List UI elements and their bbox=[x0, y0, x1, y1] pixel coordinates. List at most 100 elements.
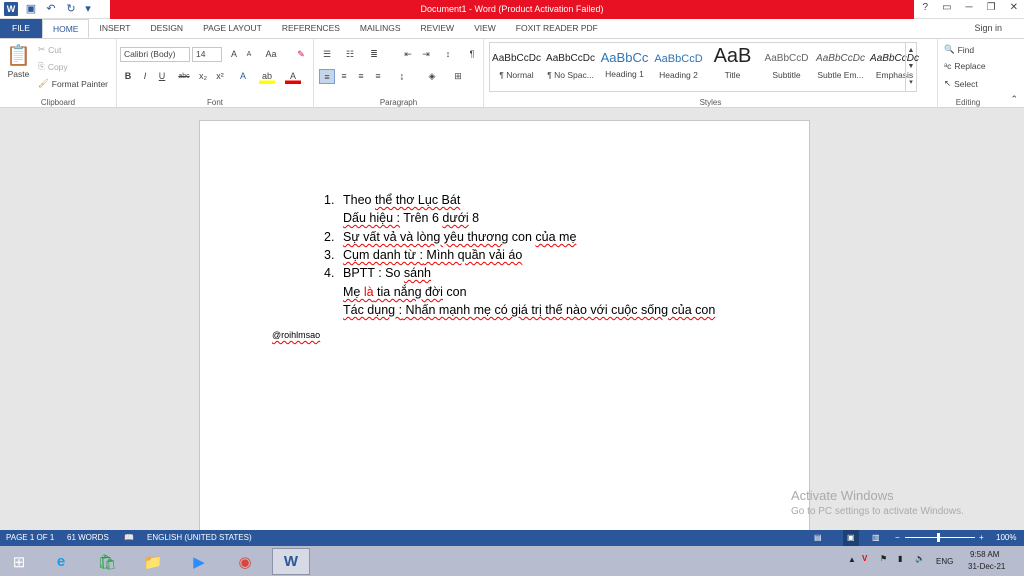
cut-label: Cut bbox=[48, 44, 62, 55]
sign-in-link[interactable]: Sign in bbox=[974, 19, 1002, 38]
language-status[interactable]: ENGLISH (UNITED STATES) bbox=[147, 530, 252, 546]
multilevel-list-icon[interactable]: ≣ bbox=[366, 47, 382, 62]
collapse-ribbon-icon[interactable]: ⌃ bbox=[1010, 94, 1018, 105]
shading-icon[interactable]: ◈ bbox=[424, 69, 440, 84]
styles-scroll[interactable]: ▲ ▼ ▾ bbox=[905, 43, 916, 91]
clock-date[interactable]: 31-Dec-21 bbox=[968, 562, 1005, 571]
volume-icon[interactable]: 🔊 bbox=[915, 554, 925, 563]
save-icon[interactable]: ▣ bbox=[24, 2, 38, 16]
windows-logo-icon: ⊞ bbox=[12, 553, 26, 571]
grow-font-button[interactable]: A bbox=[226, 47, 242, 62]
signature-run: @roihlmsao bbox=[272, 330, 321, 340]
tab-foxit-reader-pdf[interactable]: FOXIT READER PDF bbox=[506, 19, 608, 38]
decrease-indent-icon[interactable]: ⇤ bbox=[400, 47, 416, 62]
font-color-button[interactable]: A bbox=[285, 69, 301, 84]
replace-button[interactable]: ᵃc Replace bbox=[944, 61, 986, 71]
zoom-slider[interactable] bbox=[905, 537, 975, 538]
input-language[interactable]: ENG bbox=[936, 557, 953, 566]
text-run: Tác dụng : bbox=[343, 303, 403, 317]
word-app-icon[interactable]: W bbox=[4, 2, 18, 16]
style-heading-2[interactable]: AaBbCcD Heading 2 bbox=[652, 43, 705, 91]
tray-expand-icon[interactable]: ▲ bbox=[848, 555, 856, 564]
undo-icon[interactable]: ↶ bbox=[44, 2, 58, 16]
italic-button[interactable]: I bbox=[137, 69, 153, 84]
numbering-icon[interactable]: ☷ bbox=[342, 47, 358, 62]
tab-references[interactable]: REFERENCES bbox=[272, 19, 350, 38]
print-layout-icon[interactable]: ▣ bbox=[843, 530, 859, 546]
change-case-button[interactable]: Aa bbox=[263, 47, 279, 62]
line-spacing-icon[interactable]: ↨ bbox=[394, 69, 410, 84]
text-effects-button[interactable]: A bbox=[235, 69, 251, 84]
proofing-icon[interactable]: 📖 bbox=[124, 530, 134, 546]
style-subtle-emphasis[interactable]: AaBbCcDc Subtle Em... bbox=[814, 43, 867, 91]
align-right-icon[interactable]: ≡ bbox=[353, 69, 369, 84]
tab-file[interactable]: FILE bbox=[0, 19, 42, 38]
document-area[interactable] bbox=[0, 109, 1024, 540]
style-heading-1[interactable]: AaBbCc Heading 1 bbox=[598, 43, 651, 91]
style-no-spacing[interactable]: AaBbCcDc ¶ No Spac... bbox=[544, 43, 597, 91]
read-mode-icon[interactable]: ▤ bbox=[814, 530, 822, 546]
taskbar-file-explorer[interactable]: 📁 bbox=[134, 548, 172, 575]
zoom-in-icon[interactable]: + bbox=[979, 530, 984, 546]
highlight-color-button[interactable]: ab bbox=[259, 69, 275, 84]
align-left-icon[interactable]: ≡ bbox=[319, 69, 335, 84]
folder-icon: 📁 bbox=[143, 553, 163, 571]
tab-mailings[interactable]: MAILINGS bbox=[350, 19, 411, 38]
network-icon[interactable]: ▮ bbox=[898, 554, 902, 563]
clear-formatting-button[interactable]: ✎ bbox=[293, 47, 309, 62]
help-button[interactable]: ? bbox=[923, 2, 929, 13]
tray-flag-icon[interactable]: ⚑ bbox=[880, 554, 887, 563]
taskbar-store[interactable]: 🛍 bbox=[88, 548, 126, 575]
zoom-out-icon[interactable]: − bbox=[895, 530, 900, 546]
superscript-button[interactable]: x² bbox=[212, 69, 228, 84]
font-size-select[interactable]: 14 bbox=[192, 47, 222, 62]
copy-button[interactable]: ⎘ Copy bbox=[38, 61, 68, 72]
word-count[interactable]: 61 WORDS bbox=[67, 530, 109, 546]
taskbar-zoom[interactable]: ▶ bbox=[180, 548, 218, 575]
strikethrough-button[interactable]: abc bbox=[176, 69, 192, 84]
paste-button[interactable]: 📋 Paste bbox=[6, 43, 31, 79]
subscript-button[interactable]: x₂ bbox=[195, 69, 211, 84]
borders-icon[interactable]: ⊞ bbox=[450, 69, 466, 84]
tab-page-layout[interactable]: PAGE LAYOUT bbox=[193, 19, 272, 38]
align-center-icon[interactable]: ≡ bbox=[336, 69, 352, 84]
tab-insert[interactable]: INSERT bbox=[89, 19, 140, 38]
font-group-label: Font bbox=[206, 98, 223, 107]
bold-button[interactable]: B bbox=[120, 69, 136, 84]
format-painter-button[interactable]: 🖌 Format Painter bbox=[38, 78, 108, 89]
underline-button[interactable]: U bbox=[154, 69, 170, 84]
start-button[interactable]: ⊞ bbox=[0, 548, 38, 575]
style-title[interactable]: AaB Title bbox=[706, 43, 759, 91]
select-button[interactable]: ↖ Select bbox=[944, 78, 978, 89]
taskbar-internet-explorer[interactable]: e bbox=[42, 548, 80, 575]
font-name-select[interactable]: Calibri (Body) bbox=[120, 47, 190, 62]
tab-design[interactable]: DESIGN bbox=[140, 19, 193, 38]
tray-app-icon[interactable]: V bbox=[862, 554, 867, 563]
redo-icon[interactable]: ↻ bbox=[64, 2, 78, 16]
shrink-font-button[interactable]: A bbox=[241, 47, 257, 62]
sort-icon[interactable]: ↕ bbox=[440, 47, 456, 62]
cut-button[interactable]: ✂ Cut bbox=[38, 44, 61, 55]
zoom-slider-thumb[interactable] bbox=[937, 533, 940, 542]
tab-home[interactable]: HOME bbox=[41, 19, 90, 38]
bullets-icon[interactable]: ☰ bbox=[319, 47, 335, 62]
justify-icon[interactable]: ≡ bbox=[370, 69, 386, 84]
show-formatting-icon[interactable]: ¶ bbox=[464, 47, 480, 62]
tab-review[interactable]: REVIEW bbox=[411, 19, 465, 38]
increase-indent-icon[interactable]: ⇥ bbox=[418, 47, 434, 62]
zoom-level[interactable]: 100% bbox=[996, 530, 1016, 546]
close-button[interactable]: ✕ bbox=[1010, 2, 1018, 13]
customize-qat-icon[interactable]: ▾ bbox=[84, 2, 92, 16]
taskbar-chrome[interactable]: ◉ bbox=[226, 548, 264, 575]
tab-view[interactable]: VIEW bbox=[464, 19, 506, 38]
page-count[interactable]: PAGE 1 OF 1 bbox=[6, 530, 54, 546]
style-normal[interactable]: AaBbCcDc ¶ Normal bbox=[490, 43, 543, 91]
clock-time[interactable]: 9:58 AM bbox=[970, 550, 999, 559]
ribbon-display-options-icon[interactable]: ▭ bbox=[942, 2, 951, 13]
find-button[interactable]: 🔍 Find bbox=[944, 44, 974, 55]
minimize-button[interactable]: ─ bbox=[966, 2, 973, 13]
restore-button[interactable]: ❐ bbox=[987, 2, 996, 13]
taskbar-word[interactable]: W bbox=[272, 548, 310, 575]
style-subtitle[interactable]: AaBbCcD Subtitle bbox=[760, 43, 813, 91]
web-layout-icon[interactable]: ▥ bbox=[872, 530, 880, 546]
